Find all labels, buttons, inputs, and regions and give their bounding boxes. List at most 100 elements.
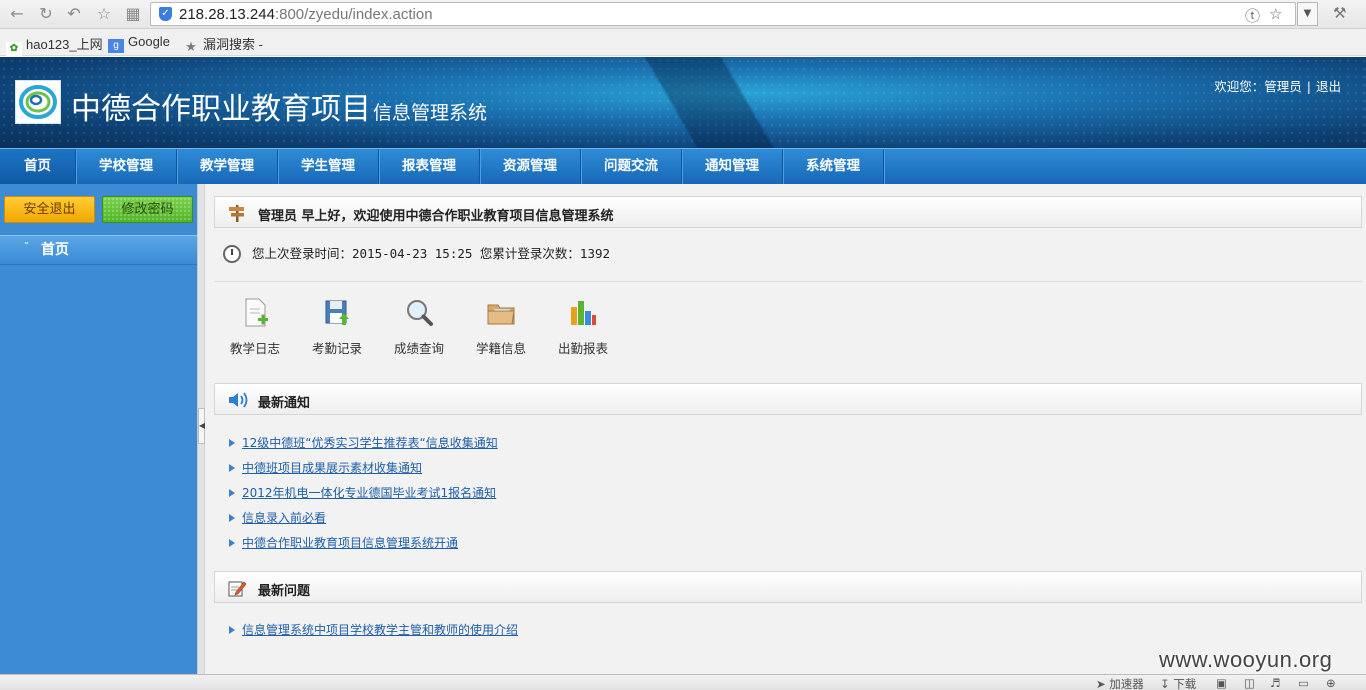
nav-item-reports[interactable]: 报表管理 <box>379 149 480 184</box>
app-subtitle: 信息管理系统 <box>373 102 488 124</box>
bullet-icon <box>229 464 235 472</box>
bookmark-hao123[interactable]: ✿ hao123_上网 <box>6 34 103 56</box>
app-title: 中德合作职业教育项目 信息管理系统 <box>71 84 487 128</box>
nav-item-home[interactable]: 首页 <box>0 149 76 184</box>
logout-link[interactable]: 退出 <box>1316 76 1341 95</box>
nav-item-notices[interactable]: 通知管理 <box>682 149 783 184</box>
folder-icon <box>486 297 516 329</box>
questions-panel-header: 最新问题 <box>214 571 1362 603</box>
list-item: 中德合作职业教育项目信息管理系统开通 <box>229 531 498 556</box>
sidebar: 安全退出 修改密码 ˇ 首页 <box>0 184 197 674</box>
download-icon: ↧ <box>1160 677 1174 690</box>
screen-icon[interactable]: ▭ <box>1298 676 1309 690</box>
chevron-down-icon[interactable]: ▼ <box>1297 2 1318 26</box>
chevron-down-icon: ˇ <box>24 242 29 253</box>
nav-item-teaching[interactable]: 教学管理 <box>177 149 278 184</box>
bullet-icon <box>229 439 235 447</box>
notice-link[interactable]: 2012年机电一体化专业德国毕业考试1报名通知 <box>242 486 496 500</box>
compat-icon[interactable]: ⓣ <box>1245 5 1260 26</box>
sidebar-item-label: 首页 <box>41 242 69 258</box>
login-info-text: 您上次登录时间：2015-04-23 15:25 您累计登录次数：1392 <box>252 246 611 261</box>
notices-panel-header: 最新通知 <box>214 383 1362 415</box>
nav-item-students[interactable]: 学生管理 <box>278 149 379 184</box>
list-item: 12级中德班“优秀实习学生推荐表“信息收集通知 <box>229 431 498 456</box>
divider <box>214 281 1362 282</box>
undo-icon[interactable]: ↶ <box>63 4 85 24</box>
bullet-icon <box>229 489 235 497</box>
trash-icon[interactable]: ◫ <box>1244 676 1255 690</box>
floppy-upload-icon <box>322 297 352 329</box>
safe-exit-button[interactable]: 安全退出 <box>4 196 95 223</box>
bookmark-google[interactable]: g Google <box>108 34 170 53</box>
bar-chart-icon <box>568 297 598 329</box>
nav-item-system[interactable]: 系统管理 <box>783 149 884 184</box>
edit-note-icon <box>227 578 247 598</box>
nav-item-school[interactable]: 学校管理 <box>76 149 177 184</box>
reload-icon[interactable]: ↻ <box>35 4 57 24</box>
notices-list: 12级中德班“优秀实习学生推荐表“信息收集通知 中德班项目成果展示素材收集通知 … <box>229 431 498 556</box>
main-content: 管理员 早上好，欢迎使用中德合作职业教育项目信息管理系统 您上次登录时间：201… <box>205 184 1366 674</box>
rocket-icon: ➤ <box>1096 677 1110 690</box>
list-item: 2012年机电一体化专业德国毕业考试1报名通知 <box>229 481 498 506</box>
nav-item-resources[interactable]: 资源管理 <box>480 149 581 184</box>
bullet-icon <box>229 514 235 522</box>
app-title-main: 中德合作职业教育项目 <box>71 92 371 127</box>
quick-link-grades[interactable]: 成绩查询 <box>385 297 453 357</box>
notice-link[interactable]: 中德合作职业教育项目信息管理系统开通 <box>242 536 458 550</box>
notice-link[interactable]: 中德班项目成果展示素材收集通知 <box>242 461 422 475</box>
star-icon[interactable]: ☆ <box>93 4 115 24</box>
zoom-icon[interactable]: ⊕ <box>1326 676 1336 690</box>
google-icon: g <box>108 39 124 53</box>
welcome-title: 管理员 早上好，欢迎使用中德合作职业教育项目信息管理系统 <box>258 209 614 224</box>
document-add-icon <box>240 297 270 329</box>
quick-link-attendance[interactable]: 考勤记录 <box>303 297 371 357</box>
magnifier-icon <box>404 297 434 329</box>
accelerator-item[interactable]: ➤ 加速器 <box>1096 676 1144 690</box>
clock-icon <box>223 245 241 263</box>
browser-toolbar: ← ↻ ↶ ☆ ▦ ✓ 218.28.13.244:800/zyedu/inde… <box>0 0 1366 29</box>
logo-icon <box>19 85 57 119</box>
download-item[interactable]: ↧ 下载 <box>1160 676 1196 690</box>
back-icon[interactable]: ← <box>6 4 28 24</box>
bookmarks-bar: ✿ hao123_上网 g Google ★ 漏洞搜索 - <box>0 29 1366 56</box>
change-password-button[interactable]: 修改密码 <box>102 196 193 223</box>
status-bar: ➤ 加速器 ↧ 下载 ▣ ◫ ♬ ▭ ⊕ <box>0 674 1366 690</box>
grid-icon[interactable]: ▦ <box>122 4 144 24</box>
signpost-icon <box>227 203 247 223</box>
welcome-text: 欢迎您：管理员 <box>1214 79 1302 94</box>
volume-icon[interactable]: ♬ <box>1270 676 1280 690</box>
questions-list: 信息管理系统中项目学校教学主管和教师的使用介绍 <box>229 618 518 643</box>
list-item: 信息录入前必看 <box>229 506 498 531</box>
notices-title: 最新通知 <box>258 396 311 411</box>
quick-link-label: 教学日志 <box>229 341 280 356</box>
sidebar-item-home[interactable]: ˇ 首页 <box>0 235 197 265</box>
nav-item-questions[interactable]: 问题交流 <box>581 149 682 184</box>
url-text[interactable]: 218.28.13.244:800/zyedu/index.action <box>179 6 433 23</box>
quick-link-student-records[interactable]: 学籍信息 <box>467 297 535 357</box>
wrench-icon[interactable]: ⚒ <box>1333 4 1346 22</box>
bullet-icon <box>229 626 235 634</box>
app-header: 中德合作职业教育项目 信息管理系统 欢迎您：管理员 | 退出 <box>0 57 1366 148</box>
notice-link[interactable]: 信息录入前必看 <box>242 511 326 525</box>
main-nav: 首页 学校管理 教学管理 学生管理 报表管理 资源管理 问题交流 通知管理 系统… <box>0 148 1366 184</box>
bookmark-vuln-search[interactable]: ★ 漏洞搜索 - <box>183 34 263 54</box>
login-info: 您上次登录时间：2015-04-23 15:25 您累计登录次数：1392 <box>223 243 610 263</box>
collapse-left-icon[interactable]: ◀ <box>198 408 205 444</box>
logo <box>15 80 61 124</box>
address-bar[interactable]: ✓ 218.28.13.244:800/zyedu/index.action ⓣ… <box>150 2 1296 26</box>
user-info: 欢迎您：管理员 | 退出 <box>1214 76 1341 95</box>
url-host: 218.28.13.244 <box>179 6 275 23</box>
question-link[interactable]: 信息管理系统中项目学校教学主管和教师的使用介绍 <box>242 623 518 637</box>
list-item: 中德班项目成果展示素材收集通知 <box>229 456 498 481</box>
speaker-icon <box>227 390 248 410</box>
bookmark-label: Google <box>128 34 170 49</box>
quick-link-attendance-report[interactable]: 出勤报表 <box>549 297 617 357</box>
notice-link[interactable]: 12级中德班“优秀实习学生推荐表“信息收集通知 <box>242 436 498 450</box>
welcome-panel-header: 管理员 早上好，欢迎使用中德合作职业教育项目信息管理系统 <box>214 196 1362 228</box>
favorite-star-icon[interactable]: ☆ <box>1269 5 1282 23</box>
quick-link-teaching-log[interactable]: 教学日志 <box>221 297 289 357</box>
accelerator-label: 加速器 <box>1109 677 1144 690</box>
splitter[interactable]: ◀ <box>197 184 205 674</box>
window-icon[interactable]: ▣ <box>1216 676 1227 690</box>
hao123-icon: ✿ <box>6 42 22 56</box>
